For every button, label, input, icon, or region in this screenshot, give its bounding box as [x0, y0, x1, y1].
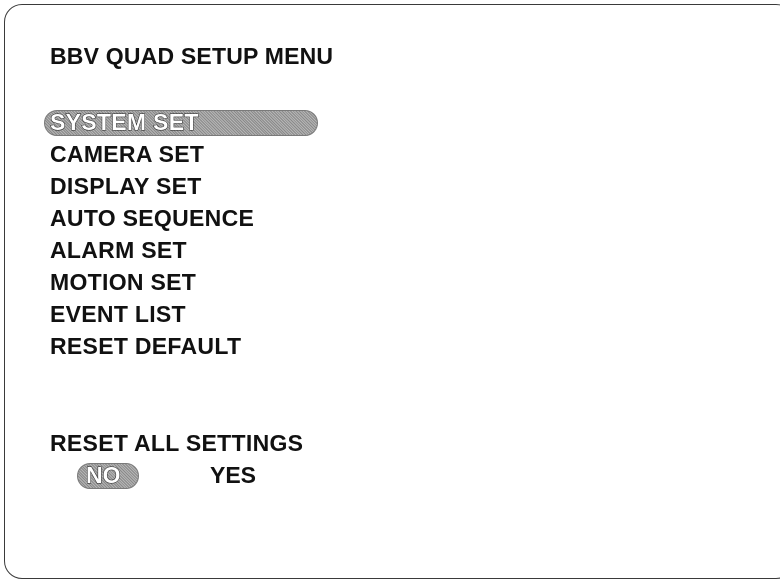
- yes-option-button[interactable]: YES: [210, 459, 256, 491]
- menu-item-label: CAMERA SET: [50, 141, 205, 167]
- setup-menu-list: SYSTEM SET CAMERA SET DISPLAY SET AUTO S…: [44, 106, 318, 362]
- menu-item-display-set[interactable]: DISPLAY SET: [50, 170, 254, 202]
- yes-option-label: YES: [210, 462, 257, 488]
- no-option-label: NO: [86, 462, 121, 489]
- menu-item-label: EVENT LIST: [50, 301, 186, 327]
- menu-item-label: ALARM SET: [50, 237, 187, 263]
- menu-item-system-set[interactable]: SYSTEM SET: [44, 106, 318, 138]
- menu-item-label: MOTION SET: [50, 269, 197, 295]
- menu-item-event-list[interactable]: EVENT LIST: [50, 298, 254, 330]
- reset-confirm-section: RESET ALL SETTINGS NO YES: [50, 427, 303, 491]
- menu-item-alarm-set[interactable]: ALARM SET: [50, 234, 254, 266]
- menu-item-label: DISPLAY SET: [50, 173, 202, 199]
- menu-item-label: RESET DEFAULT: [50, 333, 242, 359]
- reset-options-row: NO YES: [50, 459, 303, 491]
- menu-item-reset-default[interactable]: RESET DEFAULT: [50, 330, 254, 362]
- menu-item-label: SYSTEM SET: [50, 109, 199, 136]
- menu-item-auto-sequence[interactable]: AUTO SEQUENCE: [50, 202, 254, 234]
- menu-title: BBV QUAD SETUP MENU: [50, 43, 334, 69]
- reset-prompt: RESET ALL SETTINGS: [50, 430, 304, 456]
- menu-item-camera-set[interactable]: CAMERA SET: [50, 138, 254, 170]
- menu-item-motion-set[interactable]: MOTION SET: [50, 266, 254, 298]
- menu-item-label: AUTO SEQUENCE: [50, 205, 255, 231]
- no-option-button[interactable]: NO: [77, 459, 139, 491]
